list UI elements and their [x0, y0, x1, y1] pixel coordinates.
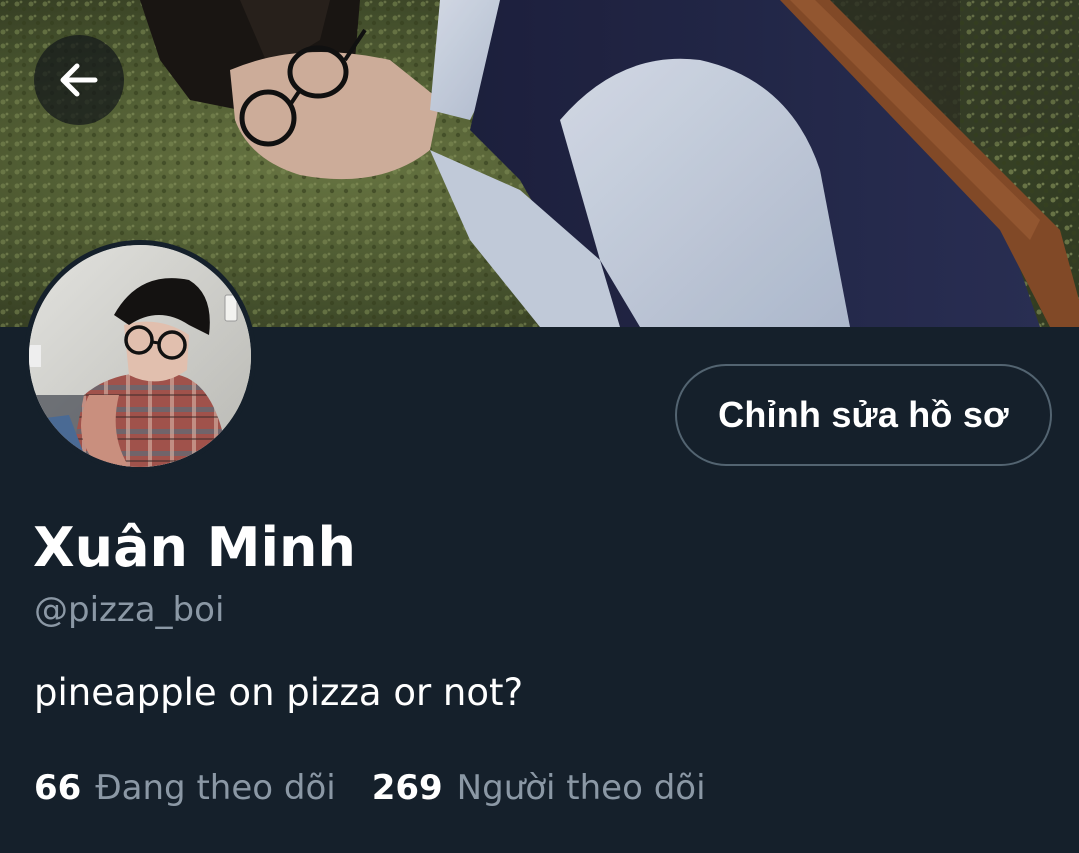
following-count: 66	[34, 768, 82, 808]
back-button[interactable]	[34, 35, 124, 125]
profile-stats: 66 Đang theo dõi 269 Người theo dõi	[34, 764, 706, 812]
followers-link[interactable]: 269 Người theo dõi	[372, 768, 706, 808]
profile-bio: pineapple on pizza or not?	[34, 671, 524, 714]
profile-page: Chỉnh sửa hồ sơ Xuân Minh @pizza_boi pin…	[0, 0, 1079, 853]
following-link[interactable]: 66 Đang theo dõi	[34, 768, 336, 808]
avatar-image	[29, 245, 251, 467]
followers-label: Người theo dõi	[456, 768, 706, 808]
edit-profile-button[interactable]: Chỉnh sửa hồ sơ	[675, 364, 1052, 466]
arrow-left-icon	[55, 56, 103, 104]
display-name: Xuân Minh	[33, 516, 356, 579]
following-label: Đang theo dõi	[95, 768, 336, 808]
avatar[interactable]	[24, 240, 256, 472]
followers-count: 269	[371, 768, 443, 808]
user-handle: @pizza_boi	[34, 590, 225, 630]
